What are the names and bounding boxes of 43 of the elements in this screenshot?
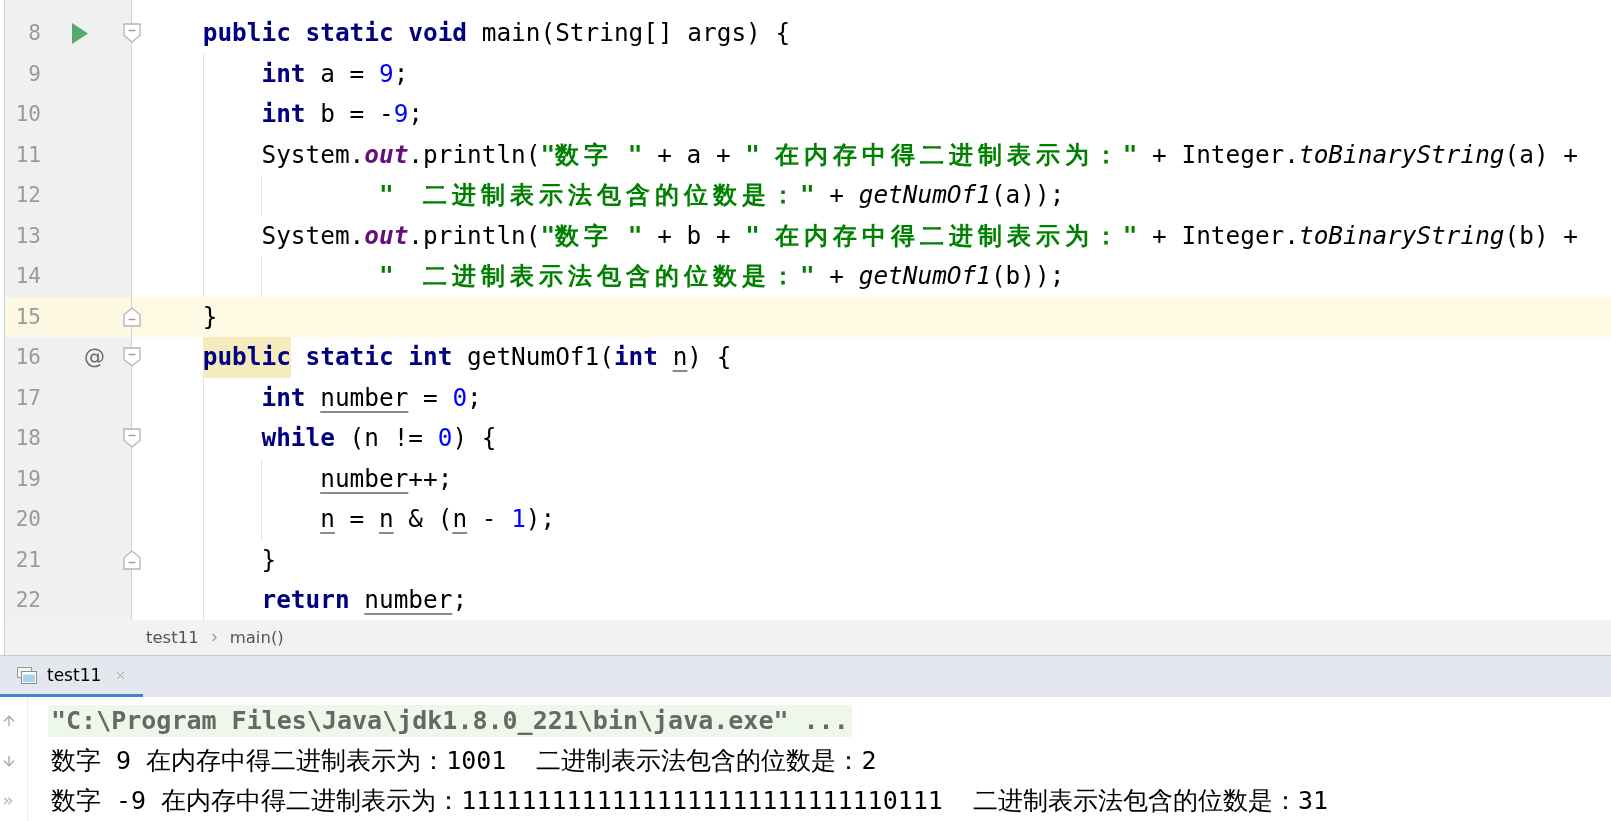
line-number: 14	[15, 263, 41, 290]
line-number: 12	[15, 182, 41, 209]
line-number: 9	[28, 60, 41, 87]
code-line: while (n != 0) {	[261, 422, 497, 454]
chevrons-right-icon[interactable]	[1, 794, 15, 808]
line-number: 10	[15, 101, 41, 128]
code-line: int b = -9;	[261, 98, 423, 130]
fold-icon[interactable]	[123, 306, 141, 327]
line-number: 22	[15, 587, 41, 614]
code-line: number++;	[320, 462, 453, 495]
code-line: return number;	[261, 584, 468, 616]
fold-icon[interactable]	[123, 347, 141, 368]
fold-icon[interactable]	[123, 428, 141, 449]
code-line: int a = 9;	[261, 57, 409, 90]
line-number: 21	[15, 546, 41, 573]
line-number: 8	[28, 20, 41, 47]
console-output-line: 数字 -9 在内存中得二进制表示为：11111111111111111111111111110111 二进制表示法包含的位数是：31	[50, 785, 1330, 817]
play-icon[interactable]	[72, 22, 88, 44]
line-number: 11	[15, 141, 41, 168]
breadcrumb-item[interactable]: main()	[229, 628, 284, 647]
line-number: 20	[15, 506, 41, 533]
fold-icon[interactable]	[123, 23, 141, 44]
line-number: 17	[15, 384, 41, 411]
code-line: " 二进制表示法包含的位数是：" + getNumOf1(b));	[378, 260, 1065, 292]
code-line: }	[202, 300, 218, 333]
code-line: public static int getNumOf1(int n) {	[202, 337, 732, 378]
console-output-line: 数字 9 在内存中得二进制表示为：1001 二进制表示法包含的位数是：2	[50, 745, 878, 777]
line-number: 19	[15, 465, 41, 492]
code-line: public static void main(String[] args) {	[202, 17, 791, 49]
gutter-marker[interactable]: @	[84, 344, 105, 371]
line-number: 16	[15, 344, 41, 371]
code-line: n = n & (n - 1);	[320, 503, 556, 535]
line-number: 13	[15, 222, 41, 249]
code-line: int number = 0;	[261, 381, 482, 414]
code-line: }	[261, 543, 277, 576]
code-line: System.out.println("数字 " + a + " 在内存中得二进制表示为：" + Integer.toBinaryString(a) +	[261, 138, 1578, 171]
line-number: 18	[15, 425, 41, 452]
fold-icon[interactable]	[123, 549, 141, 570]
breadcrumb-item[interactable]: test11	[146, 628, 199, 647]
console-window-icon	[17, 666, 37, 684]
code-line: System.out.println("数字 " + b + " 在内存中得二进制表示为：" + Integer.toBinaryString(b) +	[261, 219, 1578, 252]
code-line: " 二进制表示法包含的位数是：" + getNumOf1(a));	[378, 179, 1065, 211]
line-number: 15	[15, 303, 41, 330]
